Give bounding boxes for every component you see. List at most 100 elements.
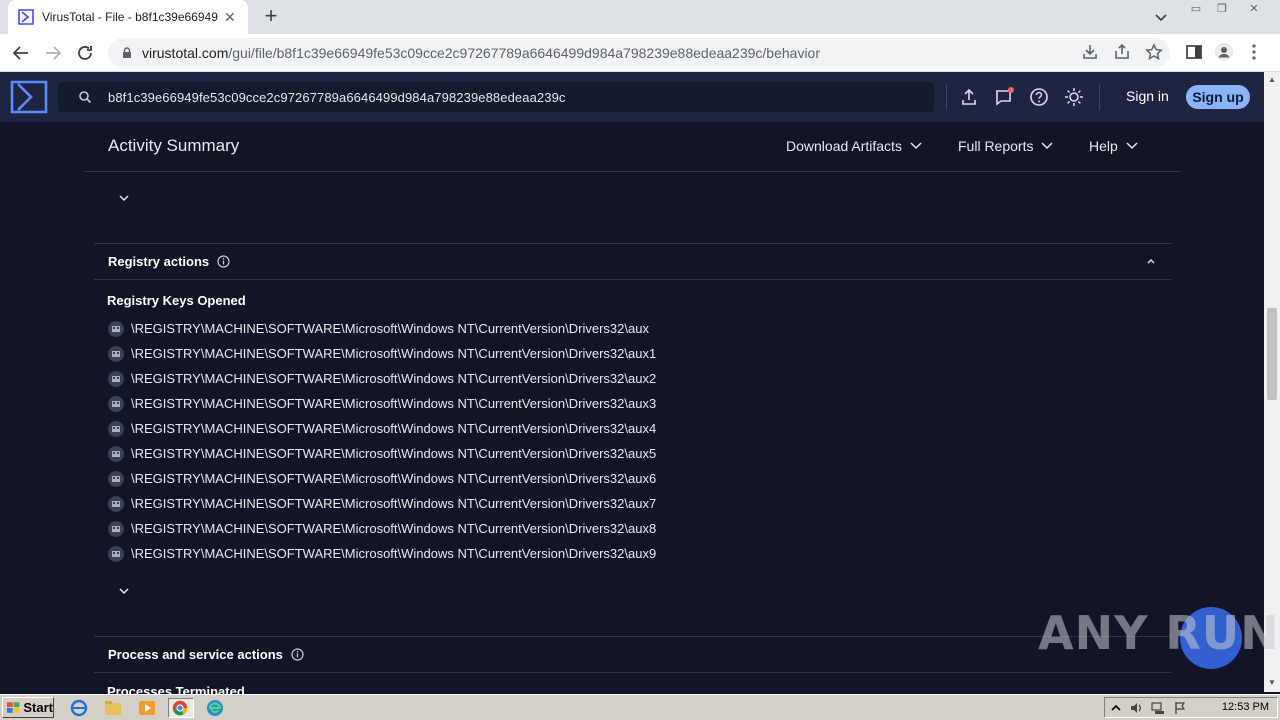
address-bar[interactable]: virustotal.com/gui/file/b8f1c39e66949fe5… <box>108 38 1170 68</box>
full-reports-menu[interactable]: Full Reports <box>958 138 1053 154</box>
registry-actions-title: Registry actions <box>108 254 230 269</box>
search-icon <box>79 91 92 104</box>
list-item: \REGISTRY\MACHINE\SOFTWARE\Microsoft\Win… <box>107 516 656 541</box>
registry-key-text: \REGISTRY\MACHINE\SOFTWARE\Microsoft\Win… <box>131 346 657 361</box>
show-more-chevron-icon[interactable] <box>117 584 131 598</box>
internet-explorer-icon[interactable] <box>68 698 90 718</box>
list-item: \REGISTRY\MACHINE\SOFTWARE\Microsoft\Win… <box>107 341 656 366</box>
windows-taskbar: Start 12:53 PM <box>0 694 1280 720</box>
theme-sun-icon[interactable] <box>1064 87 1084 107</box>
virustotal-favicon-icon <box>18 9 34 25</box>
registry-keys-list: \REGISTRY\MACHINE\SOFTWARE\Microsoft\Win… <box>107 316 656 566</box>
profile-avatar-icon[interactable] <box>1214 42 1234 62</box>
list-item: \REGISTRY\MACHINE\SOFTWARE\Microsoft\Win… <box>107 441 656 466</box>
share-icon[interactable] <box>1112 42 1132 62</box>
registry-key-text: \REGISTRY\MACHINE\SOFTWARE\Microsoft\Win… <box>131 496 657 511</box>
tab-search-chevron-icon[interactable] <box>1150 6 1172 28</box>
scroll-up-arrow-icon[interactable]: ▲ <box>1266 75 1278 85</box>
bookmark-star-icon[interactable] <box>1144 42 1164 62</box>
registry-key-icon <box>108 495 124 512</box>
registry-key-text: \REGISTRY\MACHINE\SOFTWARE\Microsoft\Win… <box>131 546 657 561</box>
registry-key-icon <box>108 445 124 462</box>
registry-key-text: \REGISTRY\MACHINE\SOFTWARE\Microsoft\Win… <box>131 371 657 386</box>
list-item: \REGISTRY\MACHINE\SOFTWARE\Microsoft\Win… <box>107 416 656 441</box>
scroll-thumb[interactable] <box>1267 308 1277 400</box>
registry-key-text: \REGISTRY\MACHINE\SOFTWARE\Microsoft\Win… <box>131 521 657 536</box>
help-menu[interactable]: Help <box>1089 138 1138 154</box>
search-value: b8f1c39e66949fe53c09cce2c97267789a664649… <box>108 89 566 105</box>
registry-key-text: \REGISTRY\MACHINE\SOFTWARE\Microsoft\Win… <box>131 421 657 436</box>
list-item: \REGISTRY\MACHINE\SOFTWARE\Microsoft\Win… <box>107 366 656 391</box>
process-actions-header[interactable]: Process and service actions <box>94 636 1171 673</box>
scroll-down-arrow-icon[interactable]: ▼ <box>1266 678 1278 688</box>
close-window-icon[interactable]: ✕ <box>1240 0 1268 20</box>
tab-strip: VirusTotal - File - b8f1c39e66949fe53 ✕ … <box>0 0 1280 34</box>
help-circle-icon[interactable] <box>1029 87 1049 107</box>
collapse-chevron-up-icon[interactable] <box>1145 256 1157 266</box>
restore-window-icon[interactable]: ❐ <box>1208 0 1236 20</box>
browser-tab[interactable]: VirusTotal - File - b8f1c39e66949fe53 ✕ <box>8 0 248 34</box>
info-icon[interactable] <box>291 648 304 661</box>
expand-chevron-icon[interactable] <box>117 191 131 205</box>
virustotal-logo-icon[interactable] <box>10 80 48 114</box>
registry-key-text: \REGISTRY\MACHINE\SOFTWARE\Microsoft\Win… <box>131 446 657 461</box>
install-app-icon[interactable] <box>1080 42 1100 62</box>
activity-summary-title: Activity Summary <box>108 136 240 155</box>
back-arrow-icon[interactable] <box>8 40 34 66</box>
registry-key-icon <box>108 470 124 487</box>
start-label: Start <box>23 700 53 715</box>
minimize-window-icon[interactable]: ▭ <box>1182 0 1210 20</box>
registry-actions-label: Registry actions <box>108 254 210 269</box>
chevron-down-icon <box>1126 142 1138 150</box>
list-item: \REGISTRY\MACHINE\SOFTWARE\Microsoft\Win… <box>107 491 656 516</box>
lock-icon <box>123 47 131 58</box>
chevron-down-icon <box>1041 142 1053 150</box>
tab-title: VirusTotal - File - b8f1c39e66949fe53 <box>42 10 218 24</box>
list-item: \REGISTRY\MACHINE\SOFTWARE\Microsoft\Win… <box>107 541 656 566</box>
list-item: \REGISTRY\MACHINE\SOFTWARE\Microsoft\Win… <box>107 316 656 341</box>
file-explorer-icon[interactable] <box>102 698 124 718</box>
taskbar-clock: 12:53 PM <box>1221 701 1269 713</box>
registry-key-icon <box>108 420 124 437</box>
tray-expand-icon[interactable] <box>1109 701 1123 715</box>
registry-actions-header[interactable]: Registry actions <box>94 243 1171 280</box>
network-icon[interactable] <box>1151 701 1165 715</box>
registry-key-text: \REGISTRY\MACHINE\SOFTWARE\Microsoft\Win… <box>131 471 657 486</box>
upload-icon[interactable] <box>959 87 979 107</box>
list-item: \REGISTRY\MACHINE\SOFTWARE\Microsoft\Win… <box>107 391 656 416</box>
search-input[interactable]: b8f1c39e66949fe53c09cce2c97267789a664649… <box>58 82 934 112</box>
anyrun-watermark: ANY RUN <box>1038 606 1280 660</box>
registry-key-icon <box>108 370 124 387</box>
edge-icon[interactable] <box>204 698 226 718</box>
header-divider-2 <box>1099 84 1100 110</box>
help-menu-label: Help <box>1089 138 1118 154</box>
windows-flag-icon <box>6 701 20 713</box>
process-actions-title: Process and service actions <box>108 647 304 662</box>
info-icon[interactable] <box>217 255 230 268</box>
media-player-icon[interactable] <box>136 698 158 718</box>
volume-icon[interactable] <box>1129 701 1143 715</box>
menu-kebab-icon[interactable] <box>1244 42 1264 62</box>
sign-in-link[interactable]: Sign in <box>1126 88 1169 104</box>
system-tray: 12:53 PM <box>1104 697 1278 718</box>
new-tab-button[interactable]: + <box>258 4 284 30</box>
process-actions-label: Process and service actions <box>108 647 283 662</box>
chevron-down-icon <box>910 142 922 150</box>
reload-icon[interactable] <box>72 40 98 66</box>
full-reports-label: Full Reports <box>958 138 1034 154</box>
start-button[interactable]: Start <box>2 697 54 718</box>
tab-close-icon[interactable]: ✕ <box>224 9 236 26</box>
chrome-icon <box>172 700 188 716</box>
header-divider <box>946 84 947 110</box>
sign-up-button[interactable]: Sign up <box>1186 85 1250 109</box>
registry-key-icon <box>108 395 124 412</box>
forward-arrow-icon[interactable] <box>40 40 66 66</box>
side-panel-icon[interactable] <box>1184 42 1204 62</box>
download-artifacts-label: Download Artifacts <box>786 138 902 154</box>
chrome-taskbar-button[interactable] <box>168 698 194 718</box>
chat-notification-icon[interactable] <box>994 87 1014 107</box>
browser-toolbar: virustotal.com/gui/file/b8f1c39e66949fe5… <box>0 34 1280 72</box>
activity-summary-bar: Activity Summary Download Artifacts Full… <box>84 122 1181 172</box>
action-center-flag-icon[interactable] <box>1173 701 1187 715</box>
download-artifacts-menu[interactable]: Download Artifacts <box>786 138 922 154</box>
